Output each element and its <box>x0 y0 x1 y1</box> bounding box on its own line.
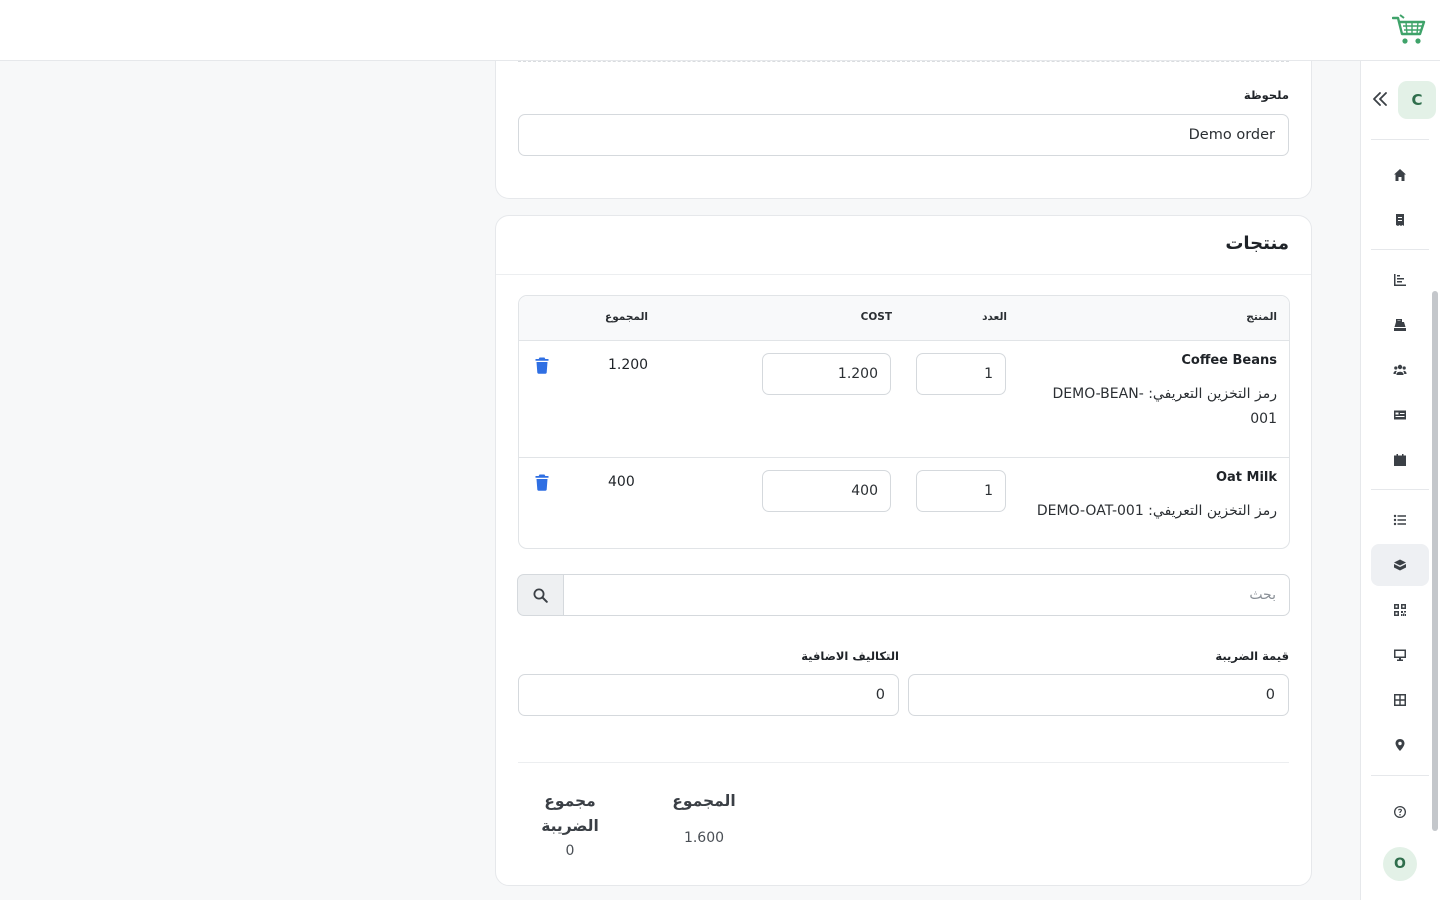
product-search <box>517 574 1290 616</box>
cart-logo-icon[interactable] <box>1392 14 1428 46</box>
product-sku-line: رمز التخزين التعريفي: DEMO-OAT-001 <box>1036 503 1277 519</box>
sidebar-item-locations[interactable] <box>1371 724 1429 766</box>
sidebar-item-pos[interactable] <box>1371 304 1429 346</box>
tax-total-label-line: الضريبة <box>541 817 599 835</box>
note-label: ملحوظة <box>1243 88 1289 102</box>
note-input[interactable] <box>518 114 1289 156</box>
product-name: Coffee Beans <box>1181 353 1277 368</box>
column-header-qty: العدد <box>982 311 1007 323</box>
products-title: منتجات <box>1225 233 1289 254</box>
collapse-sidebar-button[interactable] <box>1369 88 1391 110</box>
sidebar-item-home[interactable] <box>1371 154 1429 196</box>
note-card: ملحوظة <box>495 40 1312 199</box>
qrcode-icon <box>1394 604 1406 616</box>
trash-icon <box>535 357 549 374</box>
quantity-input[interactable] <box>916 470 1006 512</box>
row-total: 1.200 <box>608 357 649 373</box>
tax-input[interactable] <box>908 674 1289 716</box>
sidebar-item-orders[interactable] <box>1371 499 1429 541</box>
card-header-divider <box>496 274 1311 275</box>
calendar-icon <box>1394 454 1406 466</box>
sidebar-divider <box>1371 489 1429 490</box>
search-icon <box>533 588 548 603</box>
row-total: 400 <box>608 474 635 490</box>
register-icon <box>1394 319 1406 331</box>
product-sku: رمز التخزين التعريفي: -DEMO-BEAN 001 <box>1017 382 1277 432</box>
product-sku-line: 001 <box>1250 411 1277 427</box>
search-button[interactable] <box>517 574 564 616</box>
tax-total-value: 0 <box>565 843 575 859</box>
totals-divider <box>518 762 1289 763</box>
sidebar-item-tables[interactable] <box>1371 679 1429 721</box>
id-card-icon <box>1394 410 1406 420</box>
column-header-total: المجموع <box>605 311 648 323</box>
product-sku-line: رمز التخزين التعريفي: -DEMO-BEAN <box>1052 386 1277 402</box>
sidebar-item-qr[interactable] <box>1371 589 1429 631</box>
quantity-input[interactable] <box>916 353 1006 395</box>
search-input[interactable] <box>563 574 1290 616</box>
sidebar-item-employees[interactable] <box>1371 394 1429 436</box>
extra-costs-input[interactable] <box>518 674 899 716</box>
sidebar-item-reports[interactable] <box>1371 259 1429 301</box>
sidebar-item-display[interactable] <box>1371 634 1429 676</box>
receipt-icon <box>1396 214 1404 226</box>
delete-row-button[interactable] <box>533 356 551 374</box>
sidebar-divider <box>1371 775 1429 776</box>
column-header-product: المنتج <box>1246 311 1277 323</box>
products-table: المنتج العدد COST المجموع Coffee Beans ر… <box>518 295 1290 549</box>
row-divider <box>519 457 1289 458</box>
sidebar-item-invoices[interactable] <box>1371 199 1429 241</box>
trash-icon <box>535 474 549 491</box>
monitor-icon <box>1394 649 1406 661</box>
users-icon <box>1393 364 1407 375</box>
grand-total-value: 1.600 <box>683 830 725 846</box>
tax-label: قيمة الضريبة <box>1215 649 1289 663</box>
sidebar-divider <box>1371 249 1429 250</box>
product-name: Oat Milk <box>1215 470 1277 485</box>
products-card: منتجات المنتج العدد COST المجموع Coffee … <box>495 215 1312 886</box>
tax-total-label-line: مجموع <box>544 792 596 810</box>
list-icon <box>1393 514 1406 526</box>
top-bar <box>0 0 1440 61</box>
user-avatar[interactable]: O <box>1383 847 1417 881</box>
sidebar-item-products[interactable] <box>1371 544 1429 586</box>
sidebar-scrollbar[interactable] <box>1432 291 1438 831</box>
grid-icon <box>1394 694 1406 706</box>
home-icon <box>1394 169 1406 181</box>
cost-input[interactable] <box>762 353 891 395</box>
delete-row-button[interactable] <box>533 473 551 491</box>
extra-costs-label: التكاليف الاضافية <box>801 649 899 663</box>
sidebar-item-calendar[interactable] <box>1371 439 1429 481</box>
scrollbar-thumb[interactable] <box>1432 291 1438 831</box>
organization-avatar[interactable]: C <box>1398 81 1436 119</box>
location-icon <box>1395 739 1405 751</box>
sidebar-divider <box>1371 139 1429 140</box>
help-icon <box>1394 806 1406 818</box>
cost-input[interactable] <box>762 470 891 512</box>
sidebar-item-customers[interactable] <box>1371 349 1429 391</box>
column-header-cost: COST <box>860 311 892 323</box>
sidebar-item-help[interactable] <box>1371 791 1429 833</box>
box-icon <box>1394 559 1406 571</box>
sidebar: C O <box>1360 61 1440 900</box>
table-header: المنتج العدد COST المجموع <box>519 296 1289 341</box>
double-chevron-left-icon <box>1373 92 1387 106</box>
grand-total-label: المجموع <box>672 792 736 810</box>
section-divider <box>518 61 1289 62</box>
tax-total-label: مجموع الضريبة <box>530 789 610 839</box>
product-sku: رمز التخزين التعريفي: DEMO-OAT-001 <box>997 499 1277 524</box>
chart-icon <box>1394 274 1406 286</box>
